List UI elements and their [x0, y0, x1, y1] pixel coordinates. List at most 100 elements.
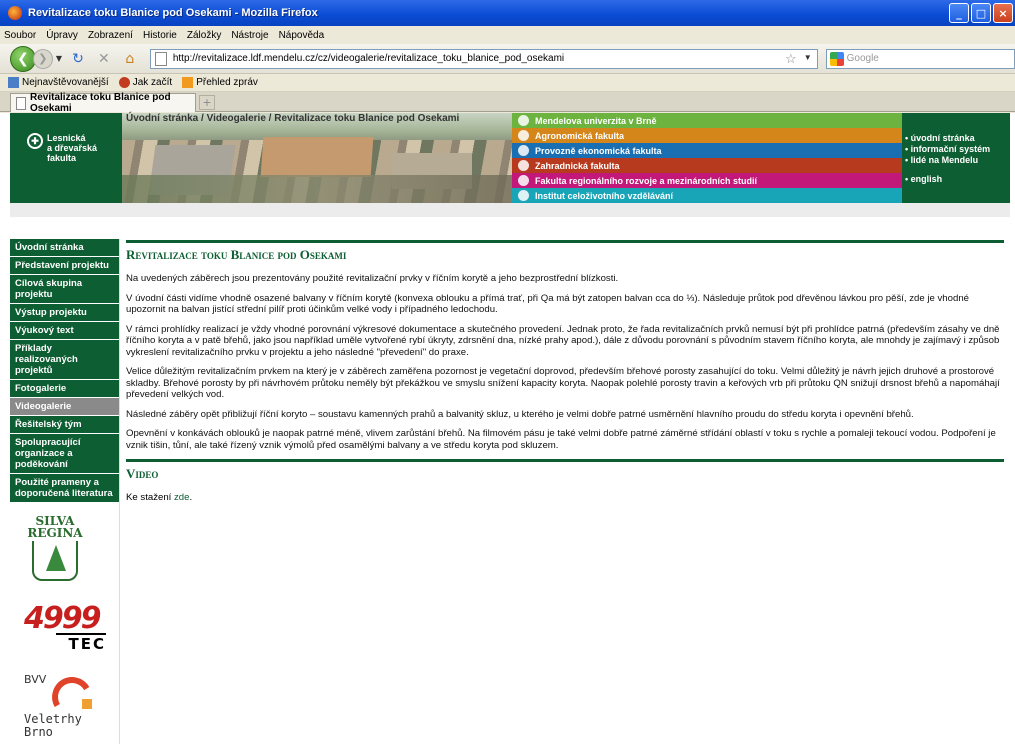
logo-line: fakulta: [47, 153, 77, 163]
faculty-link-lifelong[interactable]: Institut celoživotního vzdělávání: [512, 188, 902, 203]
menu-help[interactable]: Nápověda: [279, 30, 325, 41]
breadcrumb: Úvodní stránka / Videogalerie / Revitali…: [126, 113, 459, 124]
logo-line: Lesnická: [47, 133, 86, 143]
faculty-link-agronomy[interactable]: Agronomická fakulta: [512, 128, 902, 143]
menu-edit[interactable]: Úpravy: [46, 30, 78, 41]
logo-text: TEC: [56, 633, 106, 653]
stop-icon[interactable]: ✕: [94, 49, 114, 69]
menu-bookmarks[interactable]: Záložky: [187, 30, 221, 41]
header-quick-links: • úvodní stránka • informační systém • l…: [905, 133, 990, 185]
video-heading: Video: [126, 466, 159, 481]
link-people[interactable]: • lidé na Mendelu: [905, 155, 990, 166]
faculty-link-regional[interactable]: Fakulta regionálního rozvoje a mezinárod…: [512, 173, 902, 188]
google-icon[interactable]: [829, 51, 844, 66]
search-bar[interactable]: Google ⌕: [825, 48, 1015, 69]
faculty-emblem-icon: ✚: [27, 133, 43, 149]
close-button[interactable]: ×: [993, 3, 1013, 23]
faculty-logo[interactable]: ✚ Lesnická a dřevařská fakulta: [27, 133, 97, 163]
home-icon[interactable]: ⌂: [120, 49, 140, 69]
sidebar-item-project-examples[interactable]: Příklady realizovaných projektů: [10, 340, 119, 380]
faculty-link-horticulture[interactable]: Zahradnická fakulta: [512, 158, 902, 173]
sidebar-nav: Úvodní stránka Představení projektu Cílo…: [10, 239, 120, 744]
url-text: http://revitalizace.ldf.mendelu.cz/cz/vi…: [172, 53, 565, 64]
bookmarks-toolbar: Nejnavštěvovanější Jak začít Přehled zpr…: [0, 74, 1015, 92]
menu-history[interactable]: Historie: [143, 30, 177, 41]
faculty-label: Provozně ekonomická fakulta: [535, 145, 662, 156]
photo-building: [260, 137, 374, 177]
bookmark-label: Jak začít: [132, 77, 173, 88]
navigation-toolbar: ❮ ❯ ▼ ↻ ✕ ⌂ http://revitalizace.ldf.mend…: [0, 44, 1015, 74]
sidebar-item-home[interactable]: Úvodní stránka: [10, 239, 119, 257]
faculty-icon: [518, 190, 529, 201]
link-homepage[interactable]: • úvodní stránka: [905, 133, 990, 144]
faculty-label: Institut celoživotního vzdělávání: [535, 190, 674, 201]
download-link[interactable]: zde: [174, 492, 189, 503]
link-english[interactable]: • english: [905, 174, 990, 185]
window-title: Revitalizace toku Blanice pod Osekami - …: [28, 7, 318, 19]
rss-icon: [182, 77, 194, 88]
bookmark-label: Nejnavštěvovanější: [22, 77, 109, 88]
htec-logo[interactable]: 4999 TEC: [24, 601, 106, 653]
tree-icon: [32, 541, 78, 581]
tab-active[interactable]: Revitalizace toku Blanice pod Osekami: [10, 92, 196, 114]
header-divider: [10, 203, 1010, 217]
content-paragraph: Velice důležitým revitalizačním prvkem n…: [126, 366, 1000, 400]
title-rule: [126, 240, 1004, 243]
bookmark-getting-started[interactable]: Jak začít: [118, 77, 173, 88]
bookmark-most-visited[interactable]: Nejnavštěvovanější: [8, 77, 109, 88]
tab-strip: Revitalizace toku Blanice pod Osekami +: [0, 92, 1015, 114]
tab-label: Revitalizace toku Blanice pod Osekami: [30, 92, 171, 114]
faculty-link-economics[interactable]: Provozně ekonomická fakulta: [512, 143, 902, 158]
bookmark-news[interactable]: Přehled zpráv: [182, 77, 258, 88]
new-tab-button[interactable]: +: [199, 95, 215, 110]
site-header: ✚ Lesnická a dřevařská fakulta Mendelova…: [10, 113, 1010, 203]
minimize-button[interactable]: _: [949, 3, 969, 23]
breadcrumb-section[interactable]: Videogalerie: [207, 113, 266, 124]
content-paragraph: V rámci prohlídky realizací je vždy vhod…: [126, 323, 1000, 358]
faculty-label: Mendelova univerzita v Brně: [535, 115, 657, 126]
sidebar-item-teaching-text[interactable]: Výukový text: [10, 322, 119, 340]
sidebar-item-photo-gallery[interactable]: Fotogalerie: [10, 380, 119, 398]
forward-button[interactable]: ❯: [32, 48, 53, 69]
search-placeholder: Google: [846, 53, 879, 64]
main-content: Revitalizace toku Blanice pod Osekami Na…: [126, 240, 1004, 503]
faculty-links: Mendelova univerzita v Brně Agronomická …: [512, 113, 902, 203]
url-bar[interactable]: http://revitalizace.ldf.mendelu.cz/cz/vi…: [149, 48, 818, 69]
sidebar-item-target-group[interactable]: Cílová skupina projektu: [10, 275, 119, 304]
sidebar-item-project-output[interactable]: Výstup projektu: [10, 304, 119, 322]
breadcrumb-separator: /: [198, 113, 207, 124]
page-title: Revitalizace toku Blanice pod Osekami: [126, 247, 347, 262]
page-favicon-icon: [154, 51, 167, 66]
sidebar-item-team[interactable]: Řešitelský tým: [10, 416, 119, 434]
faculty-icon: [518, 160, 529, 171]
menu-file[interactable]: Soubor: [4, 30, 36, 41]
logo-text: REGINA: [27, 526, 83, 540]
content-paragraph: Na uvedených záběrech jsou prezentovány …: [126, 273, 619, 284]
download-line: Ke stažení zde.: [126, 492, 1004, 503]
breadcrumb-home[interactable]: Úvodní stránka: [126, 113, 198, 124]
maximize-button[interactable]: □: [971, 3, 991, 23]
window-titlebar: Revitalizace toku Blanice pod Osekami - …: [0, 0, 1015, 26]
logo-text-block: Veletrhy Brno: [24, 713, 82, 739]
link-information-system[interactable]: • informační systém: [905, 144, 990, 155]
reload-icon[interactable]: ↻: [68, 49, 88, 69]
menu-view[interactable]: Zobrazení: [88, 30, 133, 41]
content-paragraph: Opevnění v konkávách oblouků je naopak p…: [126, 428, 996, 451]
history-dropdown-icon[interactable]: ▼: [56, 54, 62, 63]
url-dropdown-icon[interactable]: ▼: [804, 53, 812, 62]
faculty-label: Fakulta regionálního rozvoje a mezinárod…: [535, 175, 758, 186]
sidebar-item-video-gallery[interactable]: Videogalerie: [10, 398, 119, 416]
silva-regina-logo[interactable]: SILVA REGINA: [24, 515, 86, 585]
menu-tools[interactable]: Nástroje: [231, 30, 268, 41]
sidebar-item-project-intro[interactable]: Představení projektu: [10, 257, 119, 275]
campus-aerial-photo: [122, 113, 512, 203]
menu-bar: Soubor Úpravy Zobrazení Historie Záložky…: [0, 26, 1015, 44]
bvv-logo[interactable]: BVV Veletrhy Brno: [24, 672, 114, 743]
bookmark-star-icon[interactable]: ☆: [785, 51, 797, 67]
faculty-link-mendelu[interactable]: Mendelova univerzita v Brně: [512, 113, 902, 128]
sidebar-item-literature[interactable]: Použité prameny a doporučená literatura: [10, 474, 119, 503]
page-favicon-icon: [16, 96, 27, 110]
breadcrumb-current: Revitalizace toku Blanice pod Osekami: [274, 113, 460, 124]
logo-text: 4999: [24, 601, 102, 636]
sidebar-item-partners[interactable]: Spolupracující organizace a poděkování: [10, 434, 119, 474]
